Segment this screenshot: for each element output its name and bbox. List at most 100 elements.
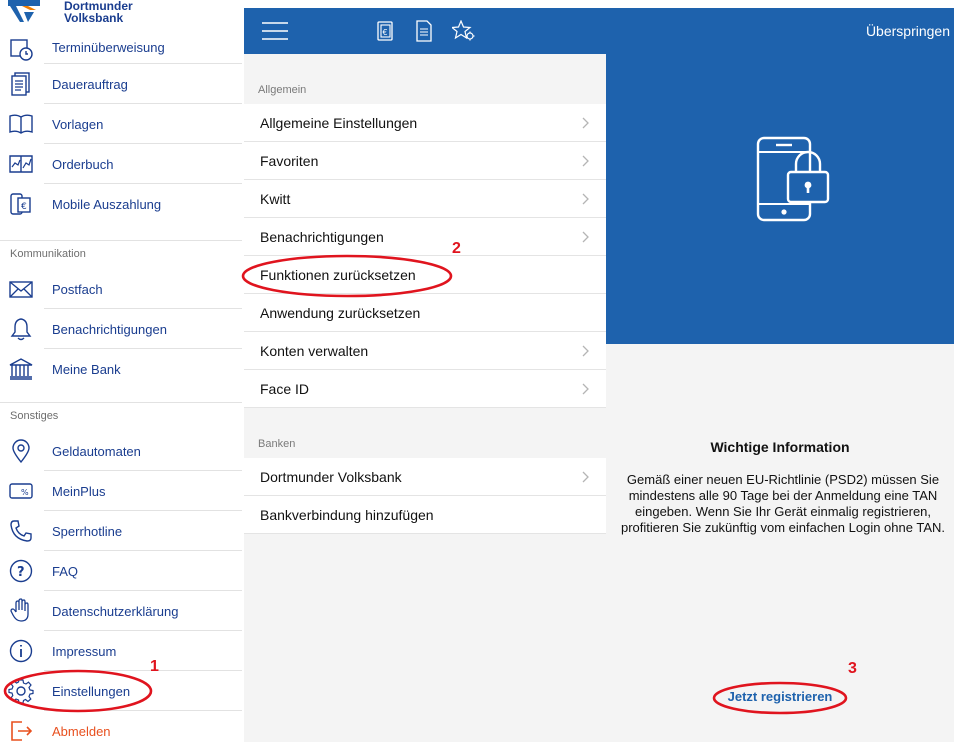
sidebar-item-abmelden[interactable]: Abmelden <box>0 711 242 742</box>
phone-lock-icon <box>756 136 830 222</box>
sidebar-item-label: Geldautomaten <box>52 443 141 459</box>
sidebar-item-postfach[interactable]: Postfach <box>0 269 242 309</box>
sidebar-item-label: Datenschutzerklärung <box>52 603 179 619</box>
top-bar: € Überspringen <box>244 8 954 54</box>
chevron-right-icon <box>582 117 589 129</box>
settings-section-allgemein: Allgemein <box>244 54 606 104</box>
section-label: Kommunikation <box>10 248 86 260</box>
settings-row-bankverbindung-hinzufuegen[interactable]: Bankverbindung hinzufügen <box>244 496 606 534</box>
chevron-right-icon <box>582 155 589 167</box>
annotation-step-1: 1 <box>150 658 159 675</box>
percent-card-icon: % <box>9 483 33 499</box>
sidebar-item-label: Benachrichtigungen <box>52 321 167 337</box>
settings-row-label: Benachrichtigungen <box>260 229 384 245</box>
chevron-right-icon <box>582 345 589 357</box>
question-circle-icon: ? <box>9 559 33 583</box>
settings-panel: Allgemein Allgemeine Einstellungen Favor… <box>244 54 606 742</box>
sidebar-item-datenschutzerklaerung[interactable]: Datenschutzerklärung <box>0 591 242 631</box>
settings-row-face-id[interactable]: Face ID <box>244 370 606 408</box>
settings-row-label: Konten verwalten <box>260 343 369 359</box>
sidebar-item-vorlagen[interactable]: Vorlagen <box>0 104 242 144</box>
info-title: Wichtige Information <box>710 439 850 455</box>
settings-row-label: Funktionen zurücksetzen <box>260 267 416 283</box>
chevron-right-icon <box>582 193 589 205</box>
settings-row-label: Allgemeine Einstellungen <box>260 115 418 131</box>
skip-button[interactable]: Überspringen <box>866 23 950 39</box>
document-icon[interactable] <box>414 20 434 42</box>
settings-row-kwitt[interactable]: Kwitt <box>244 180 606 218</box>
sidebar-item-label: FAQ <box>52 563 79 579</box>
sidebar-item-dauerauftrag[interactable]: Dauerauftrag <box>0 64 242 104</box>
phone-euro-icon: € <box>10 193 31 215</box>
sidebar-item-meine-bank[interactable]: Meine Bank <box>0 349 242 389</box>
sidebar: Terminüberweisung Dortmunder Volksbank D… <box>0 0 242 742</box>
sidebar-item-orderbuch[interactable]: Orderbuch <box>0 144 242 184</box>
logout-icon <box>11 721 33 741</box>
sidebar-item-label: Mobile Auszahlung <box>52 196 162 212</box>
hamburger-menu-icon[interactable] <box>262 22 288 40</box>
sidebar-item-label: Orderbuch <box>52 156 114 172</box>
chevron-right-icon <box>582 383 589 395</box>
svg-text:%: % <box>21 488 29 497</box>
settings-row-funktionen-zuruecksetzen[interactable]: Funktionen zurücksetzen <box>244 256 606 294</box>
settings-row-label: Dortmunder Volksbank <box>260 469 402 485</box>
brand-header: Dortmunder Volksbank <box>8 0 242 24</box>
settings-row-label: Kwitt <box>260 191 291 207</box>
chevron-right-icon <box>582 231 589 243</box>
gear-icon <box>8 679 34 704</box>
sidebar-item-impressum[interactable]: Impressum <box>0 631 242 671</box>
sidebar-item-geldautomaten[interactable]: Geldautomaten <box>0 431 242 471</box>
bank-name-line2: Volksbank <box>64 11 124 25</box>
annotation-step-3: 3 <box>848 660 857 677</box>
sidebar-item-label: Sperrhotline <box>52 523 123 539</box>
sidebar-item-terminueberweisung[interactable]: Terminüberweisung <box>0 24 242 64</box>
sidebar-item-label: MeinPlus <box>52 483 106 499</box>
map-pin-icon <box>12 439 30 464</box>
hand-icon <box>10 598 29 622</box>
wallet-euro-icon[interactable]: € <box>376 20 396 42</box>
device-registration-hero <box>606 54 954 344</box>
sidebar-item-label: Terminüberweisung <box>52 40 165 55</box>
annotation-step-2: 2 <box>452 240 461 257</box>
settings-row-label: Favoriten <box>260 153 319 169</box>
svg-text:€: € <box>383 28 388 37</box>
info-circle-icon <box>9 639 33 663</box>
section-label: Banken <box>258 438 296 450</box>
sidebar-item-label: Postfach <box>52 281 103 297</box>
document-stack-icon <box>11 72 30 96</box>
sidebar-item-mobile-auszahlung[interactable]: € Mobile Auszahlung <box>0 184 242 224</box>
volksbank-logo-icon <box>8 0 40 22</box>
sidebar-item-label: Meine Bank <box>52 361 121 377</box>
settings-row-anwendung-zuruecksetzen[interactable]: Anwendung zurücksetzen <box>244 294 606 332</box>
envelope-icon <box>9 281 33 298</box>
settings-row-favoriten[interactable]: Favoriten <box>244 142 606 180</box>
star-gear-icon[interactable] <box>452 20 476 42</box>
sidebar-item-benachrichtigungen[interactable]: Benachrichtigungen <box>0 309 242 349</box>
phone-handset-icon <box>10 520 32 542</box>
info-body: Gemäß einer neuen EU-Richtlinie (PSD2) m… <box>621 472 945 535</box>
settings-row-konten-verwalten[interactable]: Konten verwalten <box>244 332 606 370</box>
sidebar-item-label: Abmelden <box>52 723 111 739</box>
sidebar-item-label: Dauerauftrag <box>52 76 128 92</box>
sidebar-item-sperrhotline[interactable]: Sperrhotline <box>0 511 242 551</box>
sidebar-item-faq[interactable]: ? FAQ <box>0 551 242 591</box>
chart-book-icon <box>9 155 33 173</box>
bank-building-icon <box>9 358 33 380</box>
settings-row-label: Face ID <box>260 381 310 397</box>
open-book-icon <box>9 114 33 134</box>
bell-icon <box>10 318 32 341</box>
settings-section-banken: Banken <box>244 408 606 458</box>
settings-row-allgemeine-einstellungen[interactable]: Allgemeine Einstellungen <box>244 104 606 142</box>
sidebar-item-label: Vorlagen <box>52 116 104 132</box>
register-now-link[interactable]: Jetzt registrieren <box>606 689 954 704</box>
section-label: Allgemein <box>258 84 307 96</box>
chevron-right-icon <box>582 471 589 483</box>
sidebar-item-label: Einstellungen <box>52 683 131 699</box>
settings-row-benachrichtigungen[interactable]: Benachrichtigungen <box>244 218 606 256</box>
calendar-clock-icon <box>10 39 33 61</box>
settings-row-dortmunder-volksbank[interactable]: Dortmunder Volksbank <box>244 458 606 496</box>
sidebar-item-meinplus[interactable]: % MeinPlus <box>0 471 242 511</box>
sidebar-item-einstellungen[interactable]: Einstellungen <box>0 671 242 711</box>
sidebar-section-sonstiges: Sonstiges <box>0 402 242 432</box>
sidebar-section-kommunikation: Kommunikation <box>0 240 242 270</box>
